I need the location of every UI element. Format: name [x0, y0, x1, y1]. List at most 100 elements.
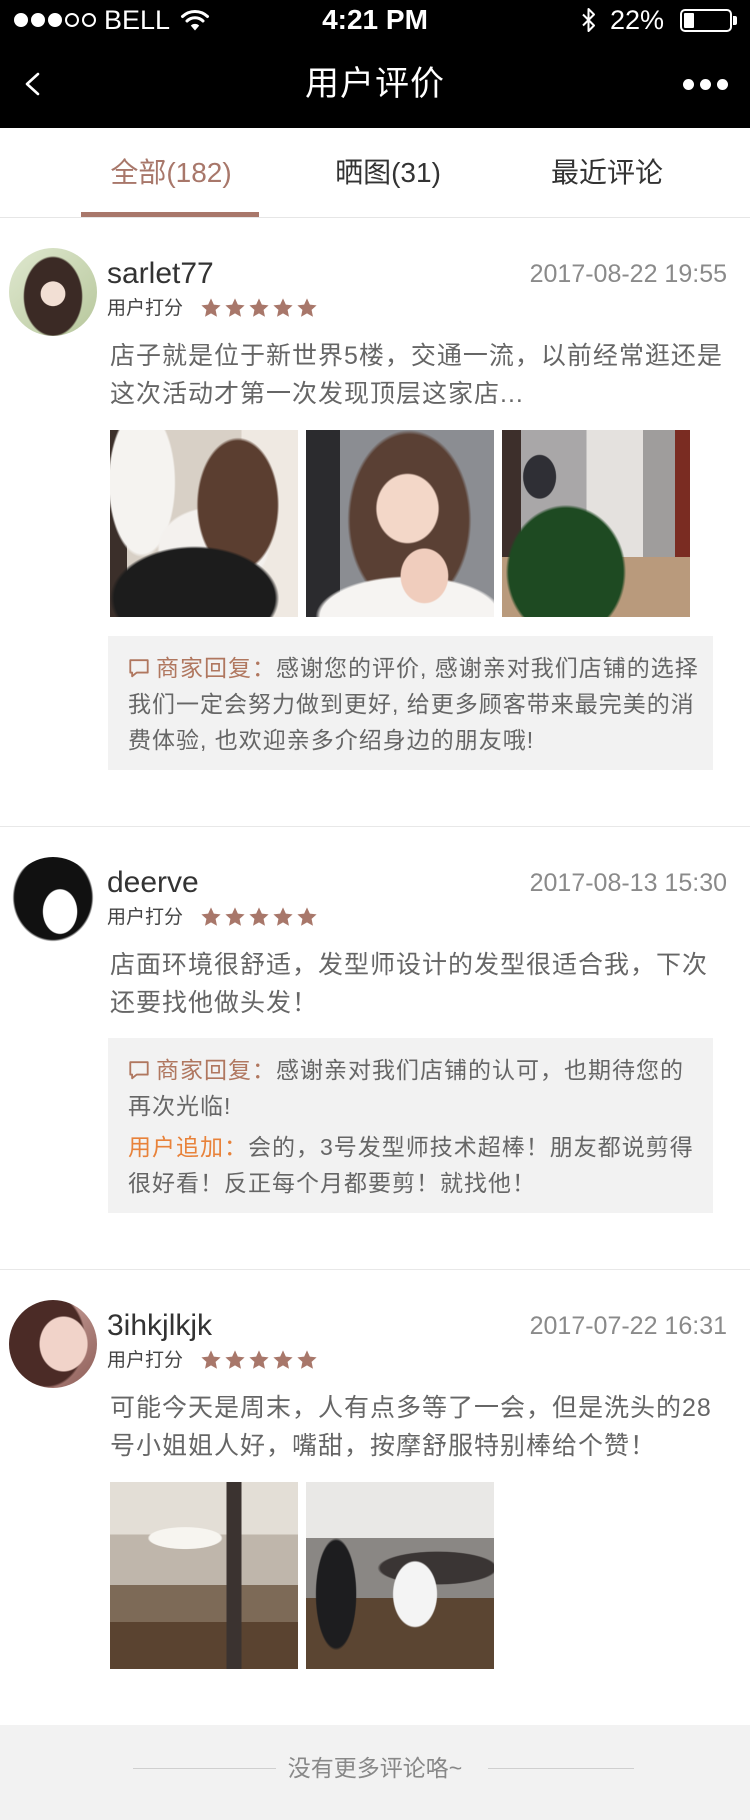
review-item: 3ihkjlkjk 2017-07-22 16:31 用户打分 可能今天是周末，…	[0, 1269, 750, 1725]
star-icon	[200, 1349, 222, 1371]
chat-bubble-icon	[128, 1059, 150, 1081]
merchant-reply-label: 商家回复：	[156, 655, 276, 681]
review-text-line: 店子就是位于新世界5楼，交通一流，以前经常逛还是	[110, 342, 723, 370]
rating-label: 用户打分	[107, 1350, 184, 1371]
avatar[interactable]	[9, 1300, 97, 1388]
review-date: 2017-08-13 15:30	[529, 869, 727, 897]
reply-line: 很好看！反正每个月都要剪！就找他！	[128, 1170, 536, 1196]
star-icon	[224, 1349, 246, 1371]
star-icon	[296, 906, 318, 928]
star-rating	[200, 1349, 318, 1373]
signal-dot	[31, 13, 45, 27]
signal-dot	[82, 13, 96, 27]
reply-line: 我们一定会努力做到更好, 给更多顾客带来最完美的消	[128, 691, 695, 717]
user-follow-up: 用户追加：会的，3号发型师技术超棒！朋友都说剪得 很好看！反正每个月都要剪！就找…	[128, 1129, 693, 1201]
tab-label: 最近评论	[550, 157, 663, 188]
battery-icon	[680, 9, 732, 32]
tab-label: 晒图(31)	[335, 157, 441, 188]
page-title: 用户评价	[305, 65, 445, 103]
reply-line: 再次光临!	[128, 1093, 232, 1119]
no-more-reviews-text: 没有更多评论咯~	[287, 1755, 463, 1781]
chevron-left-icon[interactable]	[18, 66, 48, 102]
star-icon	[296, 297, 318, 319]
chat-bubble-icon	[128, 657, 150, 679]
signal-dot	[65, 13, 79, 27]
avatar[interactable]	[9, 857, 97, 945]
more-dot	[700, 78, 711, 90]
signal-dot	[14, 13, 28, 27]
username: sarlet77	[107, 257, 214, 290]
active-tab-indicator	[81, 212, 259, 217]
more-dot	[717, 78, 728, 90]
star-rating	[200, 906, 318, 930]
carrier-name: BELL	[104, 5, 171, 35]
star-icon	[224, 297, 246, 319]
review-body: 店面环境很舒适，发型师设计的发型很适合我，下次 还要找他做头发！ 商家回复：感谢…	[108, 946, 725, 1213]
review-photos	[110, 430, 725, 617]
list-end-footer: 没有更多评论咯~	[0, 1725, 750, 1820]
star-icon	[248, 906, 270, 928]
merchant-reply-label: 商家回复：	[156, 1057, 276, 1083]
rating-label: 用户打分	[107, 907, 184, 928]
merchant-reply: 商家回复：感谢亲对我们店铺的认可，也期待您的 再次光临!	[128, 1052, 693, 1124]
star-icon	[272, 1349, 294, 1371]
rating-label: 用户打分	[107, 298, 184, 319]
reply-line: 费体验, 也欢迎亲多介绍身边的朋友哦!	[128, 727, 535, 753]
signal-strength	[14, 13, 96, 27]
review-body: 可能今天是周末，人有点多等了一会，但是洗头的28 号小姐姐人好，嘴甜，按摩舒服特…	[110, 1389, 725, 1669]
tab-all[interactable]: 全部(182)	[71, 128, 271, 217]
review-photo[interactable]	[110, 1482, 298, 1669]
star-icon	[296, 1349, 318, 1371]
reply-text: 感谢亲对我们店铺的认可，也期待您的	[276, 1057, 684, 1083]
review-text-line: 还要找他做头发！	[110, 989, 319, 1017]
tab-label: 全部(182)	[110, 157, 232, 188]
reply-line: 商家回复：感谢您的评价, 感谢亲对我们店铺的选择	[128, 650, 698, 686]
star-icon	[200, 906, 222, 928]
star-icon	[248, 297, 270, 319]
review-photo[interactable]	[502, 430, 690, 617]
review-text-line: 号小姐姐人好，嘴甜，按摩舒服特别棒给个赞！	[110, 1432, 657, 1460]
reply-line: 商家回复：感谢亲对我们店铺的认可，也期待您的	[128, 1052, 693, 1088]
avatar[interactable]	[9, 248, 97, 336]
review-filter-tabs: 全部(182) 晒图(31) 最近评论	[0, 128, 750, 218]
battery-level	[684, 13, 694, 28]
review-photos	[110, 1482, 725, 1669]
reply-box: 商家回复：感谢亲对我们店铺的认可，也期待您的 再次光临! 用户追加：会的，3号发…	[108, 1038, 713, 1213]
reply-text: 感谢您的评价, 感谢亲对我们店铺的选择	[276, 655, 699, 681]
review-text-line: 这次活动才第一次发现顶层这家店...	[110, 380, 524, 408]
review-item: deerve 2017-08-13 15:30 用户打分 店面环境很舒适，发型师…	[0, 826, 750, 1269]
review-text-line: 店面环境很舒适，发型师设计的发型很适合我，下次	[110, 951, 709, 979]
more-dot	[683, 78, 694, 90]
status-bar: BELL 4:21 PM 22%	[0, 0, 750, 40]
review-item: sarlet77 2017-08-22 19:55 用户打分 店子就是位于新世界…	[0, 218, 750, 826]
bluetooth-icon	[580, 5, 598, 35]
divider	[488, 1768, 634, 1769]
tab-recent[interactable]: 最近评论	[507, 128, 707, 217]
review-photo[interactable]	[110, 430, 298, 617]
battery-percent: 22%	[610, 5, 665, 35]
review-photo[interactable]	[306, 430, 494, 617]
reply-text: 会的，3号发型师技术超棒！朋友都说剪得	[248, 1134, 694, 1160]
battery-cap	[733, 16, 737, 25]
wifi-icon	[180, 8, 210, 32]
review-date: 2017-07-22 16:31	[529, 1312, 727, 1340]
reply-box: 商家回复：感谢您的评价, 感谢亲对我们店铺的选择 我们一定会努力做到更好, 给更…	[108, 636, 713, 770]
star-icon	[248, 1349, 270, 1371]
star-icon	[272, 906, 294, 928]
more-dots-icon[interactable]	[683, 74, 729, 94]
star-icon	[200, 297, 222, 319]
review-text-line: 可能今天是周末，人有点多等了一会，但是洗头的28	[110, 1394, 712, 1422]
user-follow-up-label: 用户追加：	[128, 1134, 248, 1160]
clock-time: 4:21 PM	[322, 4, 428, 35]
star-rating	[200, 297, 318, 321]
star-icon	[272, 297, 294, 319]
tab-photos[interactable]: 晒图(31)	[288, 128, 488, 217]
review-list: sarlet77 2017-08-22 19:55 用户打分 店子就是位于新世界…	[0, 218, 750, 1725]
nav-bar: 用户评价	[0, 40, 750, 128]
signal-dot	[48, 13, 62, 27]
review-content: 可能今天是周末，人有点多等了一会，但是洗头的28 号小姐姐人好，嘴甜，按摩舒服特…	[110, 1389, 725, 1465]
review-photo[interactable]	[306, 1482, 494, 1669]
username: 3ihkjlkjk	[107, 1309, 213, 1342]
merchant-reply: 商家回复：感谢您的评价, 感谢亲对我们店铺的选择 我们一定会努力做到更好, 给更…	[128, 650, 698, 758]
top-bar: BELL 4:21 PM 22% 用户评价	[0, 0, 750, 128]
